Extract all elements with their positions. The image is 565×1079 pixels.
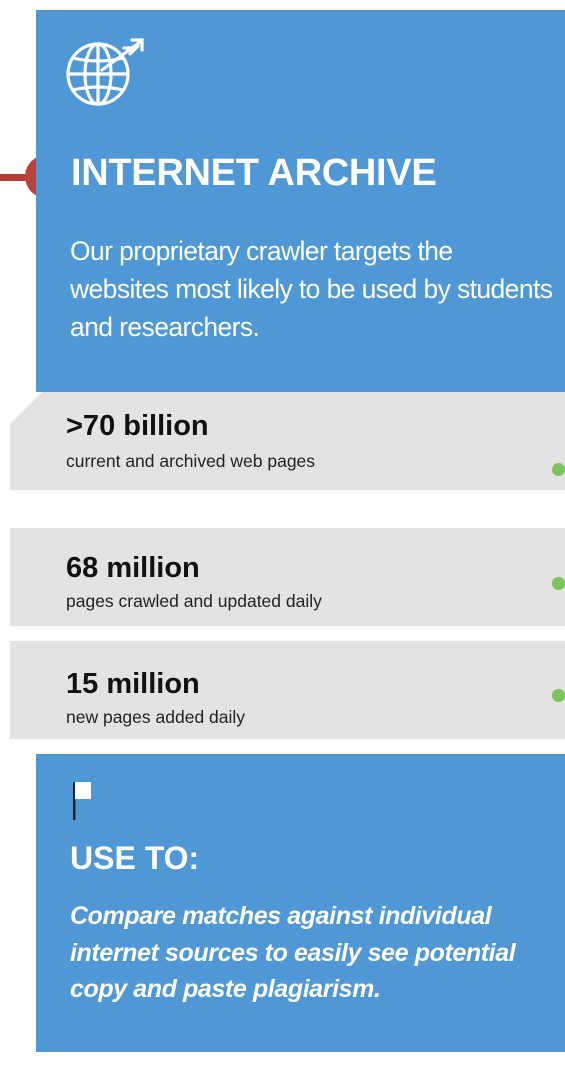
flag-icon: [73, 782, 91, 820]
status-dot: [552, 577, 565, 590]
stat-label: new pages added daily: [66, 707, 246, 727]
use-to-title: USE TO:: [70, 840, 200, 876]
stat-value: 68 million: [66, 552, 200, 584]
status-dot: [552, 463, 565, 476]
archive-description: Our proprietary crawler targets the webs…: [70, 236, 553, 342]
status-dot: [552, 689, 565, 702]
page-title: INTERNET ARCHIVE: [71, 152, 437, 194]
stat-card-new-pages: 15 million new pages added daily: [10, 641, 565, 739]
stat-value: >70 billion: [66, 410, 209, 442]
stat-value: 15 million: [66, 668, 200, 700]
stat-label: pages crawled and updated daily: [66, 591, 322, 611]
stat-card-web-pages: >70 billion current and archived web pag…: [10, 392, 565, 490]
globe-with-arrow-icon: [66, 38, 144, 106]
use-to-description: Compare matches against individual inter…: [70, 902, 516, 1003]
stat-card-crawled: 68 million pages crawled and updated dai…: [10, 528, 565, 626]
stat-label: current and archived web pages: [66, 451, 316, 471]
